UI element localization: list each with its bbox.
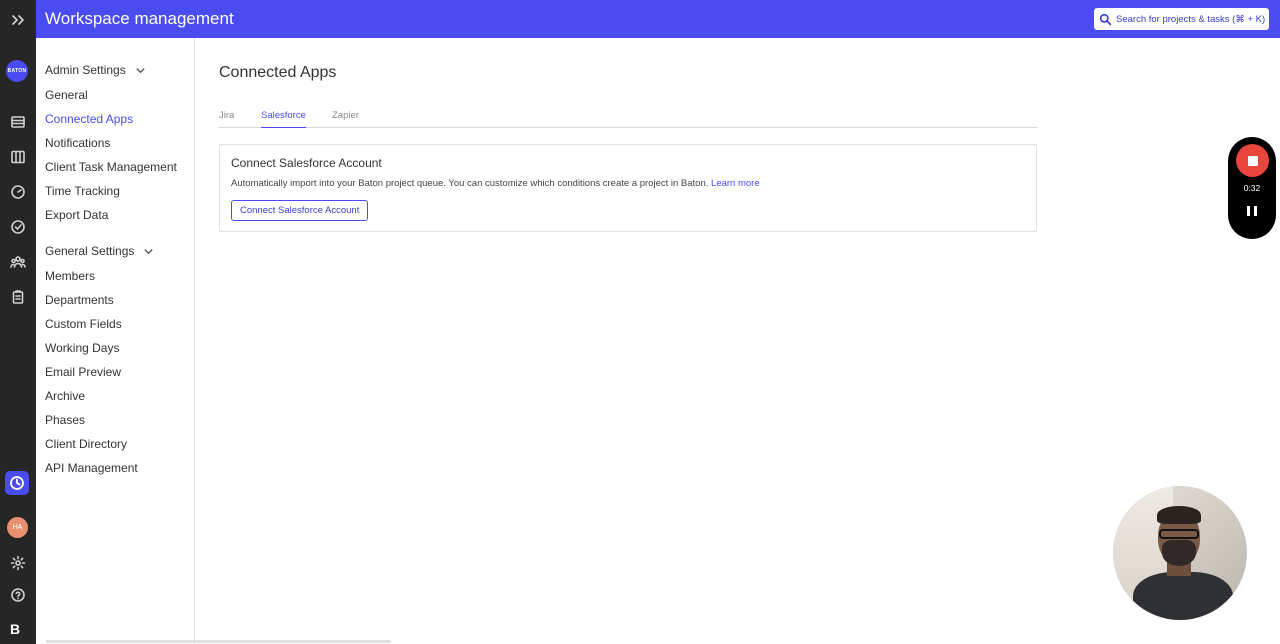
dashboard-icon[interactable] — [6, 180, 30, 204]
chevron-down-icon — [143, 246, 154, 257]
tab-salesforce[interactable]: Salesforce — [261, 110, 306, 128]
search-input[interactable]: Search for projects & tasks (⌘ + K) — [1094, 8, 1269, 30]
sidebar-item-connected-apps[interactable]: Connected Apps — [45, 112, 133, 126]
sidebar-item-working-days[interactable]: Working Days — [45, 341, 119, 355]
card-description: Automatically import into your Baton pro… — [231, 178, 760, 189]
expand-icon[interactable] — [6, 8, 30, 32]
brand-mark: B — [10, 621, 21, 637]
board-icon[interactable] — [6, 145, 30, 169]
search-placeholder: Search for projects & tasks (⌘ + K) — [1116, 13, 1266, 25]
salesforce-connect-card: Connect Salesforce Account Automatically… — [219, 144, 1037, 232]
list-icon[interactable] — [6, 110, 30, 134]
recording-timer: 0:32 — [1243, 183, 1261, 193]
clock-icon[interactable] — [5, 471, 29, 495]
sidebar-item-custom-fields[interactable]: Custom Fields — [45, 317, 122, 331]
clipboard-icon[interactable] — [6, 285, 30, 309]
admin-settings-toggle[interactable]: Admin Settings — [45, 63, 146, 77]
tab-zapier[interactable]: Zapier — [332, 110, 359, 128]
tab-jira[interactable]: Jira — [219, 110, 234, 128]
gear-icon[interactable] — [6, 551, 30, 575]
app-root: BATON HA B Workspace management Search f… — [0, 0, 1280, 644]
sidebar-item-client-directory[interactable]: Client Directory — [45, 437, 127, 451]
search-icon — [1099, 13, 1112, 25]
settings-sidebar: Admin Settings General Connected Apps No… — [36, 38, 391, 644]
stop-icon — [1247, 155, 1258, 166]
icon-rail: BATON HA B — [0, 0, 36, 644]
sidebar-item-api-management[interactable]: API Management — [45, 461, 138, 475]
sidebar-item-archive[interactable]: Archive — [45, 389, 85, 403]
sidebar-item-members[interactable]: Members — [45, 269, 95, 283]
webcam-bubble[interactable] — [1113, 486, 1247, 620]
general-settings-title: General Settings — [45, 244, 135, 258]
sidebar-item-phases[interactable]: Phases — [45, 413, 85, 427]
page-title: Connected Apps — [219, 64, 337, 81]
admin-settings-title: Admin Settings — [45, 63, 126, 77]
learn-more-link[interactable]: Learn more — [711, 178, 760, 189]
card-description-text: Automatically import into your Baton pro… — [231, 178, 709, 189]
app-tabs: Jira Salesforce Zapier — [219, 110, 1037, 128]
pause-icon[interactable] — [1247, 206, 1257, 216]
team-icon[interactable] — [6, 250, 30, 274]
stop-recording-button[interactable] — [1236, 144, 1269, 177]
baton-logo[interactable]: BATON — [6, 60, 28, 82]
check-circle-icon[interactable] — [6, 215, 30, 239]
chevron-down-icon — [135, 65, 146, 76]
sidebar-item-export-data[interactable]: Export Data — [45, 208, 108, 222]
connect-salesforce-button[interactable]: Connect Salesforce Account — [231, 200, 369, 221]
page-header-title: Workspace management — [45, 9, 234, 28]
sidebar-item-client-task-management[interactable]: Client Task Management — [45, 160, 177, 174]
sidebar-item-departments[interactable]: Departments — [45, 293, 114, 307]
general-settings-toggle[interactable]: General Settings — [45, 244, 154, 258]
user-avatar[interactable]: HA — [7, 517, 28, 538]
card-title: Connect Salesforce Account — [231, 156, 382, 170]
sidebar-item-email-preview[interactable]: Email Preview — [45, 365, 121, 379]
help-icon[interactable] — [6, 583, 30, 607]
sidebar-item-time-tracking[interactable]: Time Tracking — [45, 184, 120, 198]
sidebar-item-general[interactable]: General — [45, 88, 88, 102]
top-header: Workspace management Search for projects… — [36, 0, 1280, 38]
recording-controls: 0:32 — [1228, 137, 1276, 239]
sidebar-item-notifications[interactable]: Notifications — [45, 136, 110, 150]
